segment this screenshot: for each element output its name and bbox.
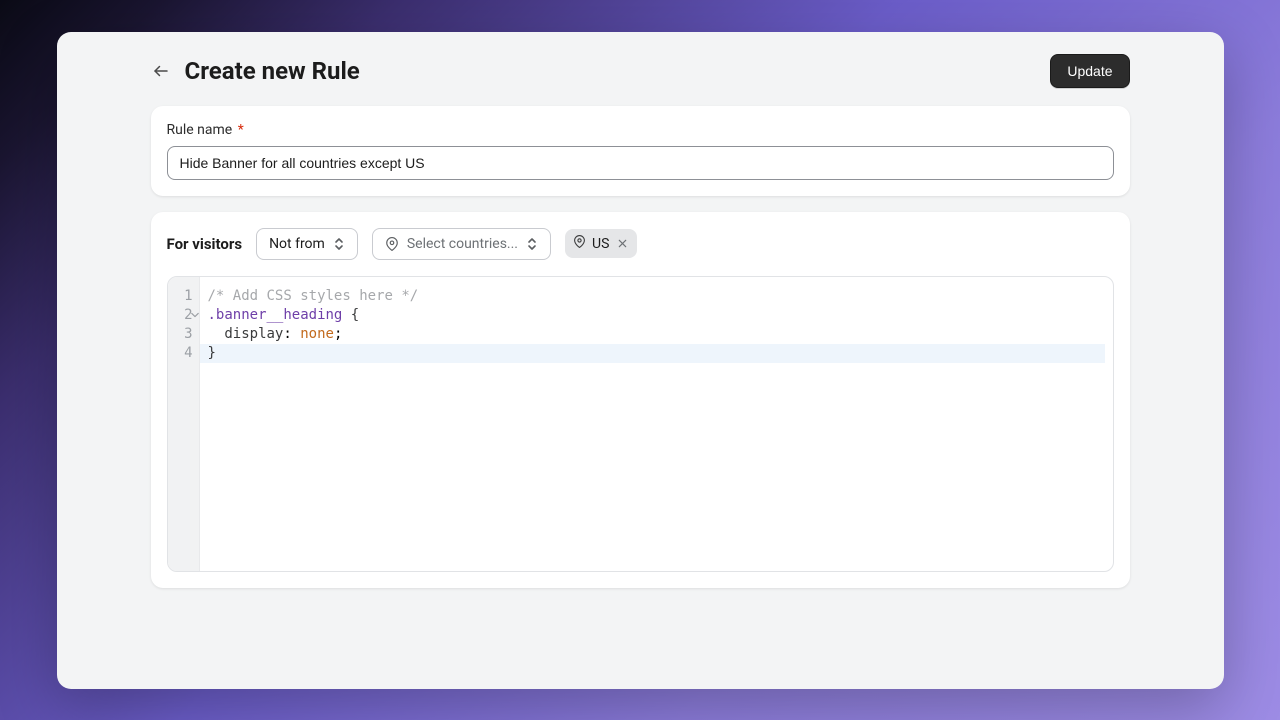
map-pin-icon — [573, 234, 586, 253]
header-left: Create new Rule — [151, 57, 360, 85]
gutter-line: 3 — [178, 325, 193, 344]
header-bar: Create new Rule Update — [125, 32, 1156, 88]
content-wrap: Rule name * For visitors Not from — [57, 88, 1224, 588]
gutter-line: 1 — [178, 287, 193, 306]
editor-gutter: 1 2 3 4 — [168, 277, 200, 571]
visitors-card: For visitors Not from — [151, 212, 1130, 588]
update-button[interactable]: Update — [1050, 54, 1129, 88]
editor-body[interactable]: /* Add CSS styles here */ .banner__headi… — [200, 277, 1113, 571]
fold-chevron-icon[interactable] — [191, 310, 199, 324]
map-pin-icon — [385, 236, 399, 252]
rule-name-input[interactable] — [167, 146, 1114, 180]
gutter-line: 4 — [178, 344, 193, 363]
condition-select-value: Not from — [269, 236, 325, 252]
app-window: Create new Rule Update Rule name * For v… — [57, 32, 1224, 689]
rule-name-card: Rule name * — [151, 106, 1130, 196]
country-chip-label: US — [592, 236, 609, 252]
condition-select[interactable]: Not from — [256, 228, 358, 260]
visitors-row: For visitors Not from — [167, 228, 1114, 260]
country-select-placeholder: Select countries... — [407, 236, 518, 252]
code-line: display: none; — [208, 325, 1105, 344]
country-select[interactable]: Select countries... — [372, 228, 551, 260]
country-chip-us: US — [565, 229, 637, 258]
chip-remove-icon[interactable] — [615, 237, 629, 251]
back-arrow-icon[interactable] — [151, 61, 171, 81]
rule-name-label: Rule name * — [167, 122, 1114, 138]
chevron-up-down-icon — [333, 237, 345, 251]
page-title: Create new Rule — [185, 57, 360, 85]
gutter-line: 2 — [178, 306, 193, 325]
code-line: /* Add CSS styles here */ — [208, 287, 1105, 306]
code-line: .banner__heading { — [208, 306, 1105, 325]
css-code-editor[interactable]: 1 2 3 4 /* Add CSS styles here */ — [167, 276, 1114, 572]
rule-name-label-text: Rule name — [167, 122, 233, 138]
code-line: } — [208, 344, 1105, 363]
for-visitors-label: For visitors — [167, 235, 243, 253]
required-asterisk: * — [238, 122, 244, 138]
chevron-up-down-icon — [526, 237, 538, 251]
